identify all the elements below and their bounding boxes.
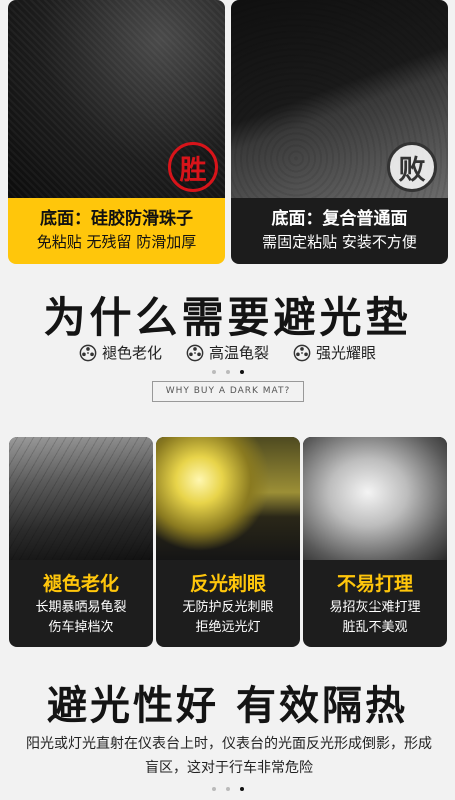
issue-item: 强光耀眼: [293, 342, 376, 363]
problem-desc-line: 长期暴晒易龟裂: [35, 600, 127, 615]
silicone-caption: 底面：硅胶防滑珠子 免粘贴 无残留 防滑加厚: [8, 198, 225, 264]
problem-card-cleaning: 不易打理 易招灰尘难打理 脏乱不美观: [303, 437, 447, 647]
issue-item: 高温龟裂: [186, 342, 269, 363]
problem-title: 褪色老化: [42, 573, 119, 595]
lose-stamp: 败: [387, 142, 437, 192]
page-dots: [0, 370, 455, 374]
problem-desc: 长期暴晒易龟裂 伤车掉档次: [9, 598, 153, 638]
problem-desc-line: 拒绝远光灯: [195, 620, 261, 635]
issue-item: 褪色老化: [79, 342, 162, 363]
silicone-title: 底面：硅胶防滑珠子: [40, 209, 193, 229]
ordinary-bottom-card: 败 底面：复合普通面 需固定粘贴 安装不方便: [231, 0, 448, 264]
ordinary-title: 底面：复合普通面: [271, 209, 408, 229]
issue-label: 褪色老化: [101, 344, 162, 362]
problem-desc-line: 伤车掉档次: [48, 620, 114, 635]
benefit-text: 阳光或灯光直射在仪表台上时，仪表台的光面反光形成倒影，形成盲区，这对于行车非常危…: [26, 736, 432, 776]
cracked-dashboard-photo: [9, 437, 153, 560]
why-title: 为什么需要避光垫: [43, 293, 412, 342]
english-subtitle: WHY BUY A DARK MAT?: [152, 381, 304, 402]
night-glare-photo: [156, 437, 300, 560]
dusty-dashboard-photo: [303, 437, 447, 560]
issue-list: 褪色老化 高温龟裂 强光耀眼: [0, 342, 455, 363]
page-dot: [225, 370, 230, 374]
page-dots: [0, 787, 455, 791]
issue-label: 强光耀眼: [316, 344, 377, 362]
film-reel-icon: [186, 344, 204, 361]
problem-desc-line: 易招灰尘难打理: [329, 600, 421, 615]
page-dot: [211, 370, 216, 374]
page-dot-active: [239, 787, 244, 791]
silicone-subtitle: 免粘贴 无残留 防滑加厚: [36, 233, 197, 251]
bottom-comparison: 胜 底面：硅胶防滑珠子 免粘贴 无残留 防滑加厚 败 底面：复合普通面 需固定粘…: [0, 0, 455, 270]
page-dot: [211, 787, 216, 791]
ordinary-subtitle: 需固定粘贴 安装不方便: [262, 233, 417, 251]
benefit-title: 避光性好 有效隔热: [47, 683, 408, 729]
problem-desc: 易招灰尘难打理 脏乱不美观: [303, 598, 447, 638]
page-dot: [225, 787, 230, 791]
silicone-bottom-card: 胜 底面：硅胶防滑珠子 免粘贴 无残留 防滑加厚: [8, 0, 225, 264]
problem-card-glare: 反光刺眼 无防护反光刺眼 拒绝远光灯: [156, 437, 300, 647]
problem-title: 反光刺眼: [189, 573, 266, 595]
film-reel-icon: [79, 344, 97, 361]
problem-desc-line: 脏乱不美观: [342, 620, 408, 635]
problem-cards: 褪色老化 长期暴晒易龟裂 伤车掉档次 反光刺眼 无防护反光刺眼 拒绝远光灯 不易…: [9, 437, 447, 647]
win-stamp: 胜: [168, 142, 218, 192]
film-reel-icon: [293, 344, 311, 361]
problem-card-fading: 褪色老化 长期暴晒易龟裂 伤车掉档次: [9, 437, 153, 647]
issue-label: 高温龟裂: [208, 344, 269, 362]
problem-title: 不易打理: [336, 573, 413, 595]
ordinary-caption: 底面：复合普通面 需固定粘贴 安装不方便: [231, 198, 448, 264]
problem-desc: 无防护反光刺眼 拒绝远光灯: [156, 598, 300, 638]
page-dot-active: [239, 370, 244, 374]
problem-desc-line: 无防护反光刺眼: [182, 600, 274, 615]
